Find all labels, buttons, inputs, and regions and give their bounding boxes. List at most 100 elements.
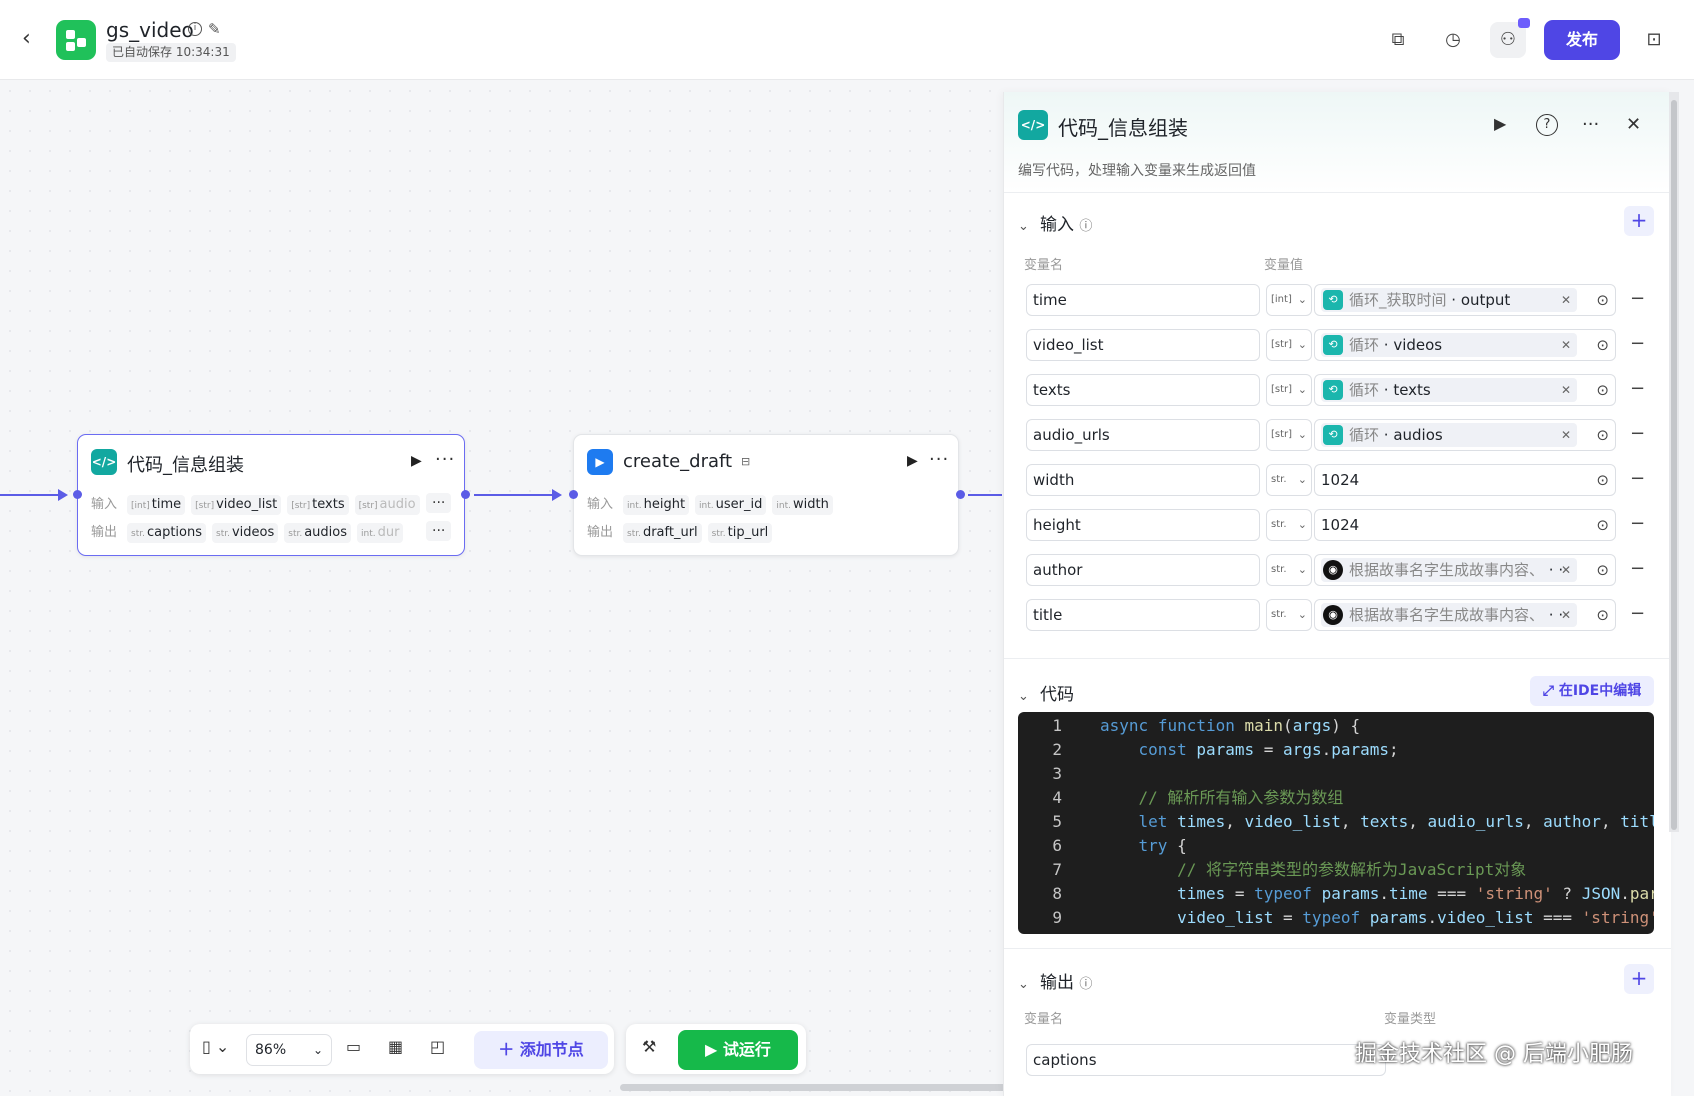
publish-button[interactable]: 发布 <box>1544 20 1620 60</box>
remove-input-button[interactable]: − <box>1630 599 1645 629</box>
reference-target-icon[interactable]: ⊙ <box>1596 375 1609 405</box>
plugin-badge-icon: ⊟ <box>741 455 751 468</box>
input-name-field[interactable]: texts <box>1026 374 1260 406</box>
type-select[interactable]: [str] ⌄ <box>1266 419 1312 451</box>
input-value-field[interactable]: 1024 ⊙ <box>1314 509 1616 541</box>
code-editor[interactable]: 1 async function main(args) { 2 const par… <box>1018 712 1654 934</box>
code-section-header[interactable]: ⌄ 代码 <box>1018 680 1074 705</box>
input-port[interactable] <box>73 490 82 499</box>
input-name-field[interactable]: audio_urls <box>1026 419 1260 451</box>
llm-avatar-icon: ◉ <box>1323 560 1343 580</box>
debug-tool-icon[interactable]: ⚒ <box>642 1037 656 1056</box>
type-select[interactable]: [str] ⌄ <box>1266 329 1312 361</box>
reference-target-icon[interactable]: ⊙ <box>1596 330 1609 360</box>
remove-input-button[interactable]: − <box>1630 419 1645 449</box>
chevron-down-icon: ⌄ <box>1297 338 1307 351</box>
layout-icon[interactable]: ▦ <box>388 1037 403 1056</box>
type-select[interactable]: str. ⌄ <box>1266 464 1312 496</box>
notification-badge-icon <box>1518 18 1530 28</box>
remove-input-button[interactable]: − <box>1630 374 1645 404</box>
zoom-select[interactable]: 86% ⌄ <box>246 1034 332 1066</box>
input-value-field[interactable]: ⟲ 循环 · audios ✕ ⊙ <box>1314 419 1616 451</box>
type-select[interactable]: str. ⌄ <box>1266 599 1312 631</box>
input-section-header[interactable]: ⌄ 输入 ⓘ <box>1018 210 1092 235</box>
vertical-scrollbar[interactable] <box>1671 100 1677 830</box>
copy-icon[interactable]: ⧉ <box>1380 22 1416 58</box>
input-name-field[interactable]: author <box>1026 554 1260 586</box>
reference-target-icon[interactable]: ⊙ <box>1596 465 1609 495</box>
input-name-field[interactable]: title <box>1026 599 1260 631</box>
remove-input-button[interactable]: − <box>1630 464 1645 494</box>
more-inputs-chip[interactable]: ··· <box>426 493 452 513</box>
input-value-field[interactable]: 1024 ⊙ <box>1314 464 1616 496</box>
output-section-header[interactable]: ⌄ 输出 ⓘ <box>1018 968 1092 993</box>
input-value-field[interactable]: ◉ 根据故事名字生成故事内容、 · ·· ✕ ⊙ <box>1314 599 1616 631</box>
output-port[interactable] <box>461 490 470 499</box>
type-select[interactable]: str. ⌄ <box>1266 509 1312 541</box>
input-name-field[interactable]: width <box>1026 464 1260 496</box>
remove-input-button[interactable]: − <box>1630 554 1645 584</box>
clear-ref-icon[interactable]: ✕ <box>1561 378 1571 402</box>
clear-ref-icon[interactable]: ✕ <box>1561 558 1571 582</box>
input-row: texts [str] ⌄ ⟲ 循环 · texts ✕ ⊙ − <box>1022 374 1662 406</box>
more-outputs-chip[interactable]: ··· <box>426 521 452 541</box>
input-value-field[interactable]: ⟲ 循环 · videos ✕ ⊙ <box>1314 329 1616 361</box>
mouse-mode-icon[interactable]: ▯ ⌄ <box>202 1037 229 1056</box>
clear-ref-icon[interactable]: ✕ <box>1561 423 1571 447</box>
code-icon: </> <box>1018 110 1048 140</box>
more-icon[interactable]: ··· <box>929 449 949 470</box>
chevron-down-icon: ⌄ <box>1297 383 1307 396</box>
history-icon[interactable]: ◷ <box>1435 22 1471 58</box>
trial-run-button[interactable]: ▶ 试运行 <box>678 1030 798 1070</box>
create-draft-node[interactable]: ▶ create_draft ⊟ ▶ ··· 输入 int. height int. u… <box>573 434 959 556</box>
clear-ref-icon[interactable]: ✕ <box>1561 603 1571 627</box>
input-row: author str. ⌄ ◉ 根据故事名字生成故事内容、 · ·· ✕ ⊙ − <box>1022 554 1662 586</box>
add-input-button[interactable]: + <box>1624 206 1654 236</box>
edit-in-ide-button[interactable]: ⤢ 在IDE中编辑 <box>1530 676 1654 706</box>
reference-target-icon[interactable]: ⊙ <box>1596 600 1609 630</box>
input-value-field[interactable]: ⟲ 循环 · texts ✕ ⊙ <box>1314 374 1616 406</box>
panel-title: 代码_信息组装 <box>1058 116 1188 140</box>
reference-target-icon[interactable]: ⊙ <box>1596 285 1609 315</box>
panel-toggle-icon[interactable]: ⊡ <box>1636 22 1672 58</box>
info-icon[interactable]: i <box>188 22 202 36</box>
input-row: time [int] ⌄ ⟲ 循环_获取时间 · output ✕ ⊙ − <box>1022 284 1662 316</box>
remove-input-button[interactable]: − <box>1630 509 1645 539</box>
input-name-field[interactable]: height <box>1026 509 1260 541</box>
app-logo <box>56 20 96 60</box>
comment-icon[interactable]: ▭ <box>346 1037 361 1056</box>
help-icon[interactable]: ? <box>1536 114 1558 136</box>
output-port[interactable] <box>956 490 965 499</box>
add-node-button[interactable]: ＋ 添加节点 <box>474 1031 608 1069</box>
run-icon[interactable]: ▶ <box>1494 114 1506 133</box>
run-node-icon[interactable]: ▶ <box>411 453 422 469</box>
more-icon[interactable]: ··· <box>435 449 455 470</box>
input-value-field[interactable]: ◉ 根据故事名字生成故事内容、 · ·· ✕ ⊙ <box>1314 554 1616 586</box>
reference-target-icon[interactable]: ⊙ <box>1596 420 1609 450</box>
type-select[interactable]: [int] ⌄ <box>1266 284 1312 316</box>
reference-target-icon[interactable]: ⊙ <box>1596 510 1609 540</box>
type-select[interactable]: [str] ⌄ <box>1266 374 1312 406</box>
code-node[interactable]: </> 代码_信息组装 ▶ ··· 输入 [int] time [str] video_… <box>77 434 465 556</box>
minimap-icon[interactable]: ◰ <box>430 1037 445 1056</box>
edit-icon[interactable]: ✎ <box>208 20 221 38</box>
reference-target-icon[interactable]: ⊙ <box>1596 555 1609 585</box>
clear-ref-icon[interactable]: ✕ <box>1561 333 1571 357</box>
workflow-canvas[interactable] <box>0 81 1000 1096</box>
input-port[interactable] <box>569 490 578 499</box>
node-outputs-row: 输出 str. draft_url str. tip_url <box>587 521 778 543</box>
add-output-button[interactable]: + <box>1624 964 1654 994</box>
type-select[interactable]: str. ⌄ <box>1266 554 1312 586</box>
input-name-field[interactable]: video_list <box>1026 329 1260 361</box>
back-arrow-icon[interactable]: ‹ <box>22 26 40 52</box>
more-icon[interactable]: ··· <box>1582 114 1599 135</box>
remove-input-button[interactable]: − <box>1630 329 1645 359</box>
clear-ref-icon[interactable]: ✕ <box>1561 288 1571 312</box>
input-value-field[interactable]: ⟲ 循环_获取时间 · output ✕ ⊙ <box>1314 284 1616 316</box>
remove-input-button[interactable]: − <box>1630 284 1645 314</box>
run-node-icon[interactable]: ▶ <box>907 453 918 469</box>
output-name-field[interactable]: captions <box>1026 1044 1386 1076</box>
input-name-field[interactable]: time <box>1026 284 1260 316</box>
close-icon[interactable]: ✕ <box>1626 114 1641 135</box>
node-title: create_draft <box>623 451 733 472</box>
